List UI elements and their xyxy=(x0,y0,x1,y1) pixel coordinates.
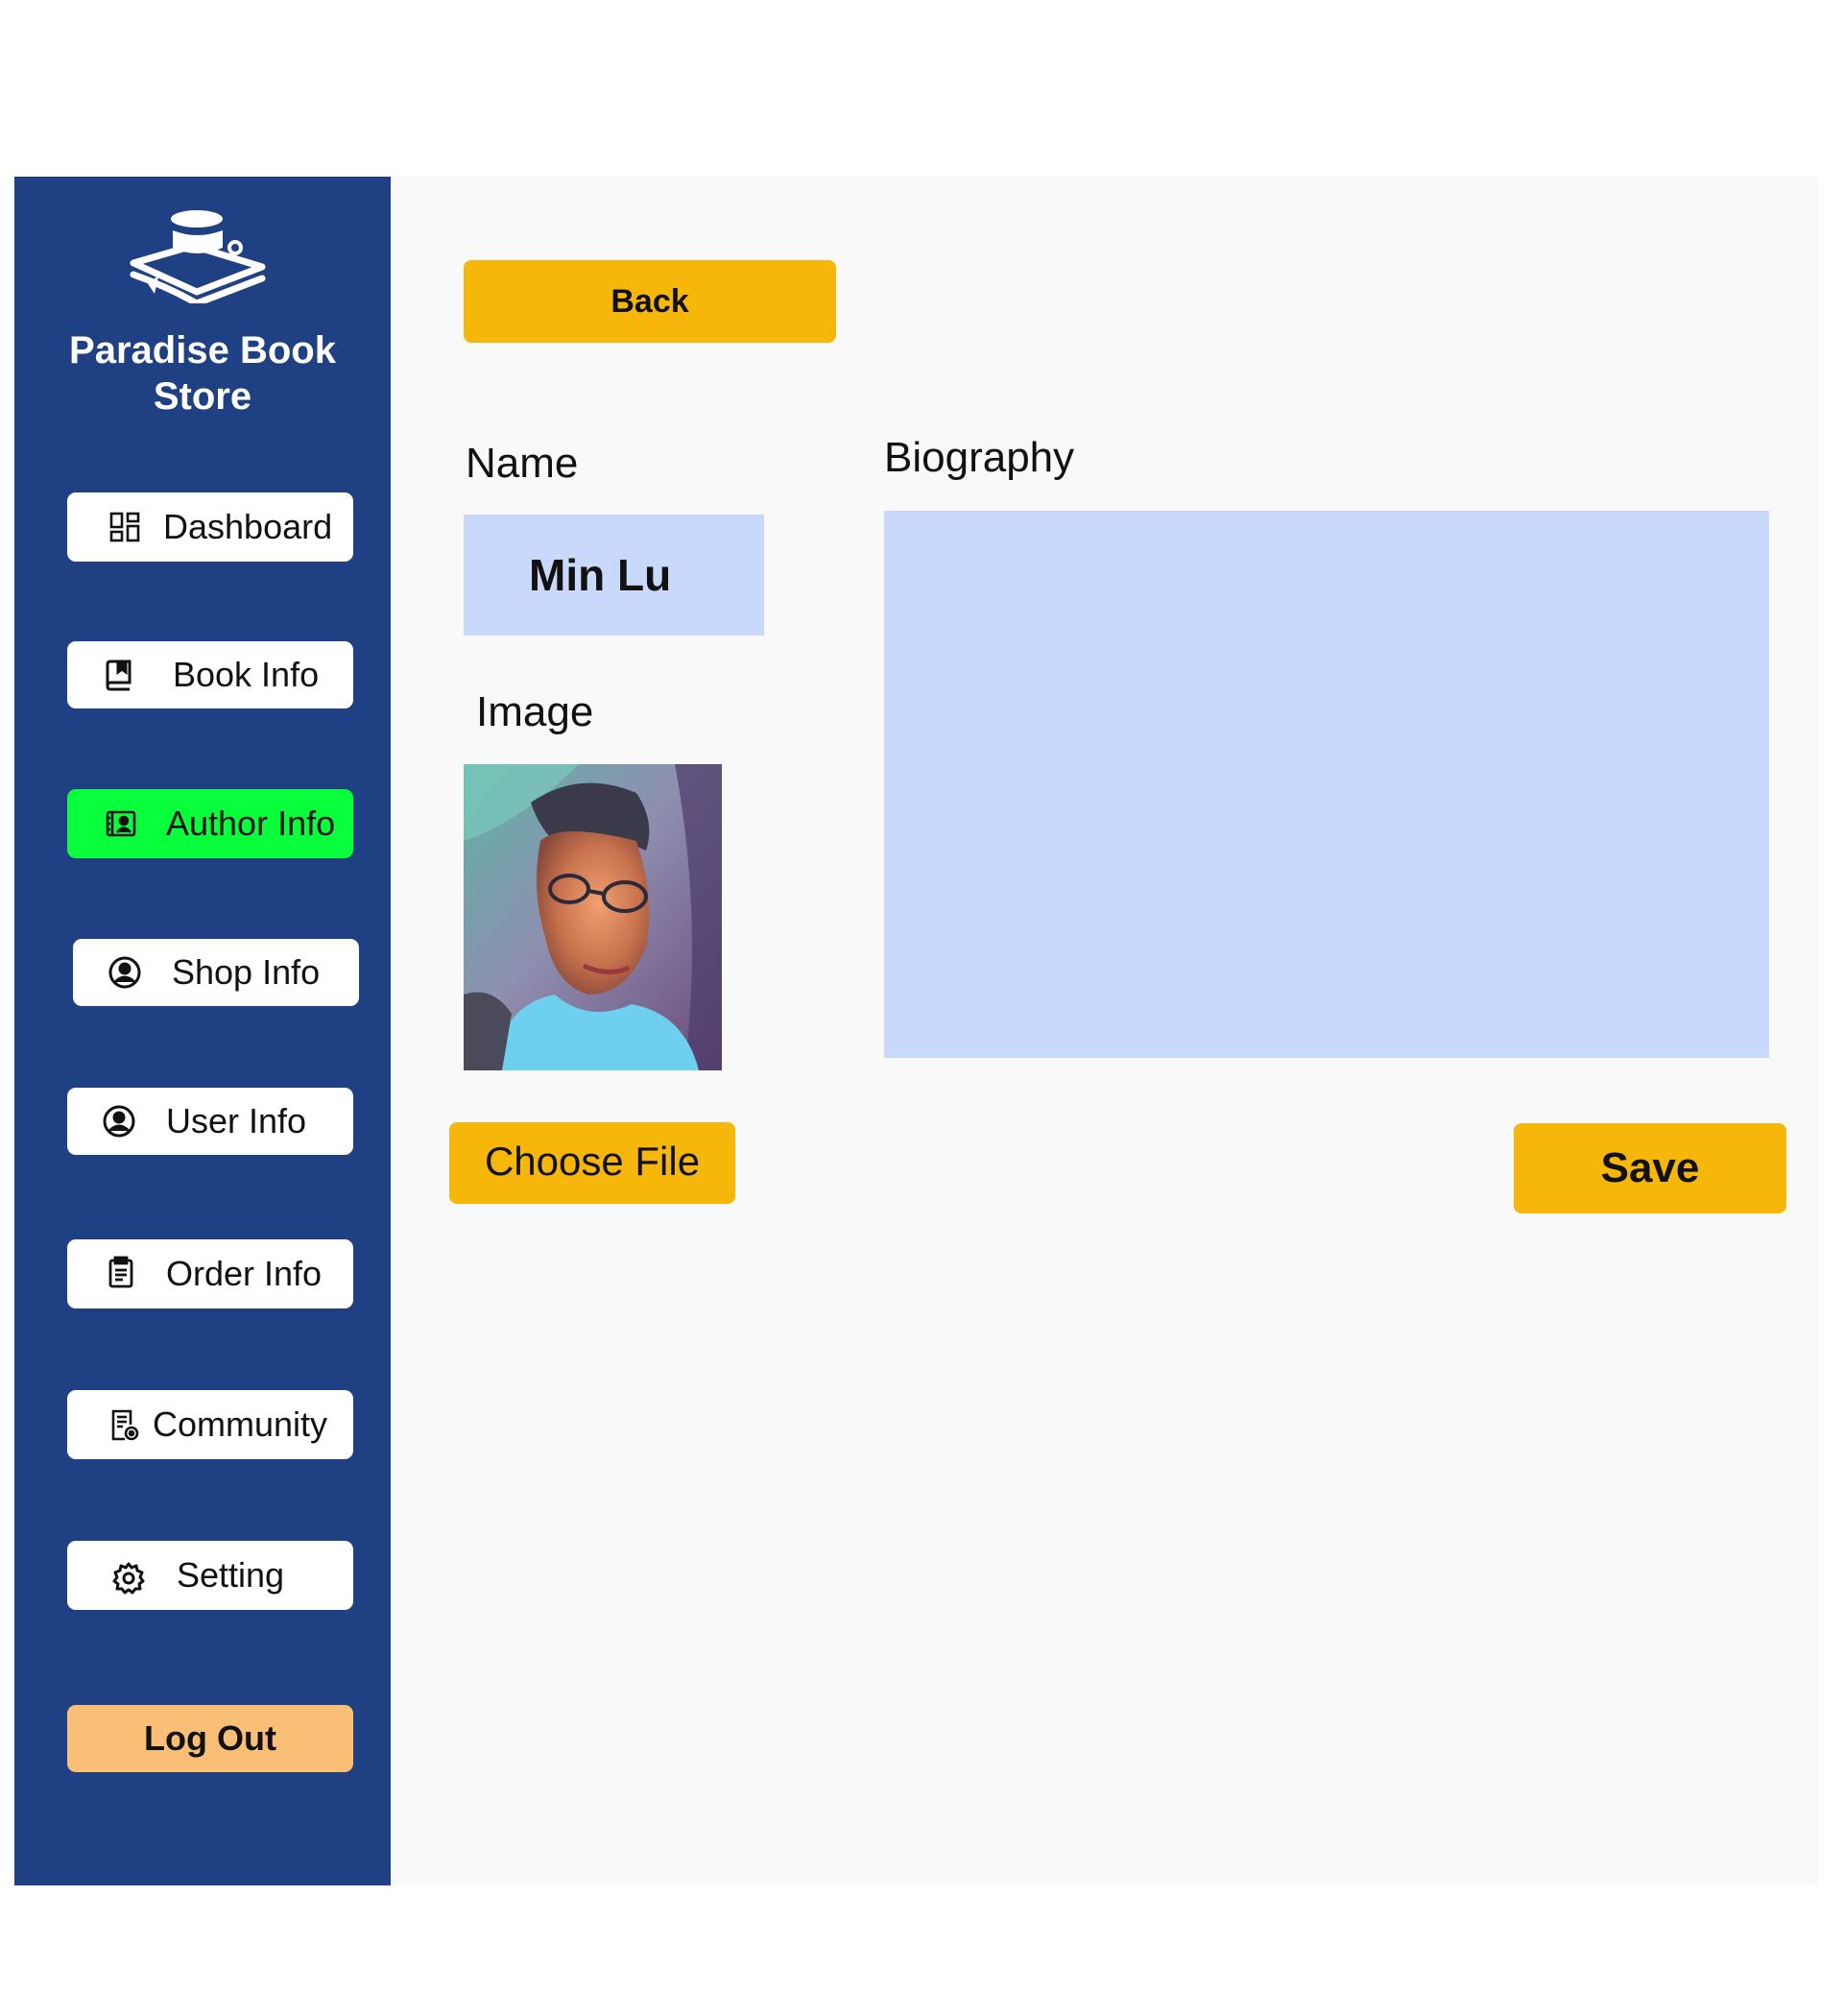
app-frame: Paradise Book Store Dashboard Book Info xyxy=(14,177,1819,1885)
sidebar-item-label: Community xyxy=(153,1404,328,1444)
sidebar-item-label: Order Info xyxy=(166,1254,323,1293)
sidebar-item-label: Dashboard xyxy=(163,507,333,546)
biography-label: Biography xyxy=(884,434,1075,481)
logout-button[interactable]: Log Out xyxy=(67,1705,353,1772)
sidebar-item-community[interactable]: Community xyxy=(67,1390,353,1459)
sidebar-item-label: Setting xyxy=(177,1555,285,1595)
choose-file-button[interactable]: Choose File xyxy=(449,1122,735,1204)
sidebar-item-label: Book Info xyxy=(173,655,320,694)
name-field[interactable] xyxy=(464,515,764,636)
sidebar: Paradise Book Store Dashboard Book Info xyxy=(14,177,391,1885)
sidebar-item-setting[interactable]: Setting xyxy=(67,1541,353,1610)
save-button[interactable]: Save xyxy=(1514,1123,1786,1213)
author-card-icon xyxy=(104,806,138,841)
sidebar-item-label: Shop Info xyxy=(172,952,321,992)
sidebar-item-order-info[interactable]: Order Info xyxy=(67,1239,353,1308)
back-button[interactable]: Back xyxy=(464,260,836,343)
author-photo xyxy=(464,764,722,1070)
biography-textarea[interactable] xyxy=(884,511,1769,1058)
name-label: Name xyxy=(466,440,579,487)
gear-icon xyxy=(111,1561,146,1596)
sidebar-item-label: User Info xyxy=(166,1101,307,1140)
brand-name: Paradise Book Store xyxy=(69,329,336,418)
user-circle-icon xyxy=(108,955,142,990)
sidebar-item-user-info[interactable]: User Info xyxy=(67,1088,353,1155)
image-label: Image xyxy=(476,688,594,735)
sidebar-item-shop-info[interactable]: Shop Info xyxy=(73,939,359,1006)
sidebar-item-dashboard[interactable]: Dashboard xyxy=(67,492,353,562)
dashboard-icon xyxy=(108,510,142,544)
book-stack-logo-icon xyxy=(128,209,268,307)
sidebar-item-book-info[interactable]: Book Info xyxy=(67,641,353,708)
book-icon xyxy=(102,658,136,692)
sidebar-item-label: Author Info xyxy=(166,804,336,843)
document-view-icon xyxy=(108,1407,142,1442)
sidebar-item-author-info[interactable]: Author Info xyxy=(67,789,353,858)
clipboard-icon xyxy=(104,1255,138,1289)
user-circle-icon xyxy=(102,1104,136,1139)
main-content: Back Name Image xyxy=(391,177,1819,1885)
